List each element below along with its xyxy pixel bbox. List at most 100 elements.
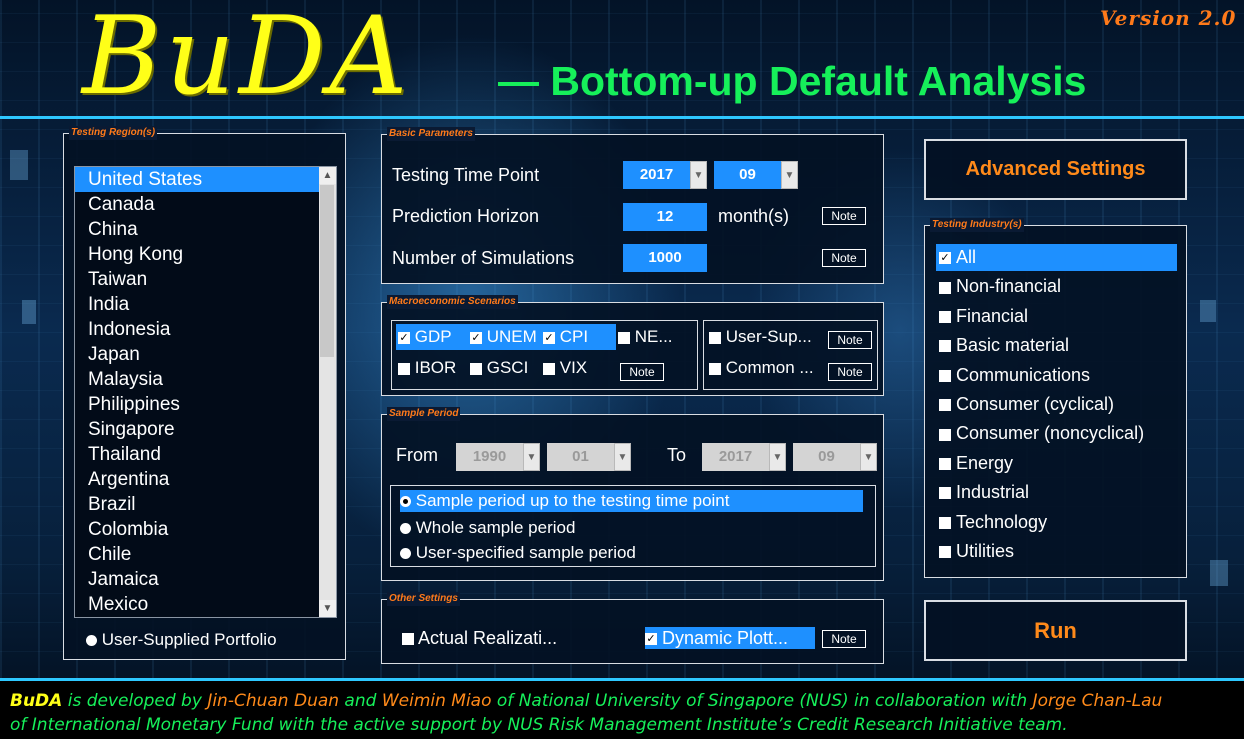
number-of-simulations-input[interactable]: 1000 bbox=[623, 244, 707, 272]
region-item[interactable]: Indonesia bbox=[75, 317, 321, 342]
run-button[interactable]: Run bbox=[924, 600, 1187, 661]
industry-checkbox[interactable]: Consumer (cyclical) bbox=[936, 391, 1177, 418]
sample-option-user-specified[interactable]: User-specified sample period bbox=[400, 542, 636, 564]
scroll-thumb[interactable] bbox=[320, 185, 334, 357]
chevron-down-icon[interactable]: ▼ bbox=[614, 443, 631, 471]
industry-label: Communications bbox=[956, 364, 1091, 385]
region-item[interactable]: Canada bbox=[75, 192, 321, 217]
macro-ibor-checkbox[interactable]: IBOR bbox=[398, 357, 456, 379]
credits-line-1: BuDA is developed by Jin-Chuan Duan and … bbox=[10, 691, 1162, 711]
industry-checkbox[interactable]: Non-financial bbox=[936, 273, 1177, 300]
checkbox-icon bbox=[939, 340, 951, 353]
credits-text: and bbox=[339, 691, 382, 711]
other-settings-note-button[interactable]: Note bbox=[822, 630, 866, 648]
industry-checkbox[interactable]: Basic material bbox=[936, 332, 1177, 359]
testing-month-select[interactable]: 09 ▼ bbox=[714, 161, 798, 189]
industry-label: Technology bbox=[956, 511, 1048, 532]
region-item[interactable]: United States bbox=[75, 167, 321, 192]
industry-label: Non-financial bbox=[956, 276, 1062, 297]
macro-unem-checkbox[interactable]: ✓ UNEM bbox=[470, 326, 537, 348]
actual-realization-checkbox[interactable]: Actual Realizati... bbox=[402, 627, 557, 649]
macro-ne-checkbox[interactable]: NE... bbox=[618, 326, 673, 348]
industry-checkbox[interactable]: Consumer (noncyclical) bbox=[936, 420, 1177, 447]
industry-checkbox[interactable]: Financial bbox=[936, 303, 1177, 330]
dynamic-plotting-checkbox[interactable]: ✓ Dynamic Plott... bbox=[645, 627, 815, 649]
scroll-up-icon[interactable]: ▲ bbox=[319, 167, 336, 184]
macro-note-button[interactable]: Note bbox=[620, 363, 664, 381]
basic-parameters-title: Basic Parameters bbox=[387, 127, 475, 141]
industry-label: Energy bbox=[956, 452, 1014, 473]
region-item[interactable]: China bbox=[75, 217, 321, 242]
sample-option-up-to-testing[interactable]: Sample period up to the testing time poi… bbox=[400, 490, 863, 512]
macro-gsci-label: GSCI bbox=[486, 358, 529, 377]
region-item[interactable]: Argentina bbox=[75, 467, 321, 492]
macro-cpi-checkbox[interactable]: ✓ CPI bbox=[543, 326, 588, 348]
prediction-horizon-input[interactable]: 12 bbox=[623, 203, 707, 231]
region-item[interactable]: Malaysia bbox=[75, 367, 321, 392]
region-item[interactable]: Brazil bbox=[75, 492, 321, 517]
credits-author: Jin-Chuan Duan bbox=[207, 691, 340, 711]
region-item[interactable]: Taiwan bbox=[75, 267, 321, 292]
industry-checkbox[interactable]: Utilities bbox=[936, 538, 1177, 565]
testing-year-select[interactable]: 2017 ▼ bbox=[623, 161, 707, 189]
region-item[interactable]: India bbox=[75, 292, 321, 317]
chevron-down-icon[interactable]: ▼ bbox=[523, 443, 540, 471]
user-supplied-portfolio-option[interactable]: User-Supplied Portfolio bbox=[86, 629, 277, 651]
simulations-note-button[interactable]: Note bbox=[822, 249, 866, 267]
deco-block bbox=[10, 150, 28, 180]
macro-common-checkbox[interactable]: Common ... bbox=[709, 357, 814, 379]
industry-label: Consumer (noncyclical) bbox=[956, 423, 1145, 444]
testing-time-point-label: Testing Time Point bbox=[392, 165, 540, 185]
horizon-note-button[interactable]: Note bbox=[822, 207, 866, 225]
region-item[interactable]: Colombia bbox=[75, 517, 321, 542]
chevron-down-icon[interactable]: ▼ bbox=[690, 161, 707, 189]
user-supplied-portfolio-label: User-Supplied Portfolio bbox=[101, 630, 277, 649]
checkbox-icon bbox=[939, 399, 951, 412]
chevron-down-icon[interactable]: ▼ bbox=[860, 443, 877, 471]
credits-text: of National University of Singapore (NUS… bbox=[491, 691, 1033, 711]
region-item[interactable]: Japan bbox=[75, 342, 321, 367]
macro-user-supplied-note-button[interactable]: Note bbox=[828, 331, 872, 349]
region-item[interactable]: Mexico bbox=[75, 592, 321, 617]
industry-checkbox[interactable]: ✓ All bbox=[936, 244, 1177, 271]
industry-checkbox[interactable]: Industrial bbox=[936, 479, 1177, 506]
industry-checkbox[interactable]: Technology bbox=[936, 509, 1177, 536]
to-month-select[interactable]: 09 ▼ bbox=[793, 443, 877, 471]
region-item[interactable]: Hong Kong bbox=[75, 242, 321, 267]
industry-checkbox[interactable]: Communications bbox=[936, 362, 1177, 389]
scroll-down-icon[interactable]: ▼ bbox=[319, 600, 336, 617]
chevron-down-icon[interactable]: ▼ bbox=[781, 161, 798, 189]
advanced-settings-button[interactable]: Advanced Settings bbox=[924, 139, 1187, 200]
checkbox-icon bbox=[939, 458, 951, 471]
macro-gsci-checkbox[interactable]: GSCI bbox=[470, 357, 528, 379]
checkbox-icon bbox=[709, 362, 721, 375]
region-item[interactable]: Jamaica bbox=[75, 567, 321, 592]
industry-checkbox[interactable]: Energy bbox=[936, 450, 1177, 477]
testing-industry-title: Testing Industry(s) bbox=[930, 218, 1024, 232]
region-scrollbar[interactable]: ▲ ▼ bbox=[319, 167, 336, 617]
to-year-select[interactable]: 2017 ▼ bbox=[702, 443, 786, 471]
macro-vix-checkbox[interactable]: VIX bbox=[543, 357, 587, 379]
chevron-down-icon[interactable]: ▼ bbox=[769, 443, 786, 471]
macro-common-note-button[interactable]: Note bbox=[828, 363, 872, 381]
macro-gdp-checkbox[interactable]: ✓ GDP bbox=[398, 326, 452, 348]
checkbox-checked-icon: ✓ bbox=[470, 331, 482, 344]
from-year-select[interactable]: 1990 ▼ bbox=[456, 443, 540, 471]
to-month-value: 09 bbox=[818, 448, 835, 465]
from-month-value: 01 bbox=[572, 448, 589, 465]
region-listbox[interactable]: United States Canada China Hong Kong Taiwan I… bbox=[74, 166, 337, 618]
macro-user-supplied-checkbox[interactable]: User-Sup... bbox=[709, 326, 812, 348]
deco-block bbox=[1200, 300, 1216, 322]
industry-label: Consumer (cyclical) bbox=[956, 394, 1115, 414]
region-item[interactable]: Thailand bbox=[75, 442, 321, 467]
checkbox-icon bbox=[939, 311, 951, 324]
industry-label: Utilities bbox=[956, 541, 1015, 561]
sample-option-whole[interactable]: Whole sample period bbox=[400, 517, 575, 539]
actual-realization-label: Actual Realizati... bbox=[418, 628, 558, 648]
region-item[interactable]: Philippines bbox=[75, 392, 321, 417]
region-item[interactable]: Chile bbox=[75, 542, 321, 567]
macro-user-supplied-label: User-Sup... bbox=[725, 327, 812, 346]
from-month-select[interactable]: 01 ▼ bbox=[547, 443, 631, 471]
radio-icon bbox=[86, 635, 97, 647]
region-item[interactable]: Singapore bbox=[75, 417, 321, 442]
